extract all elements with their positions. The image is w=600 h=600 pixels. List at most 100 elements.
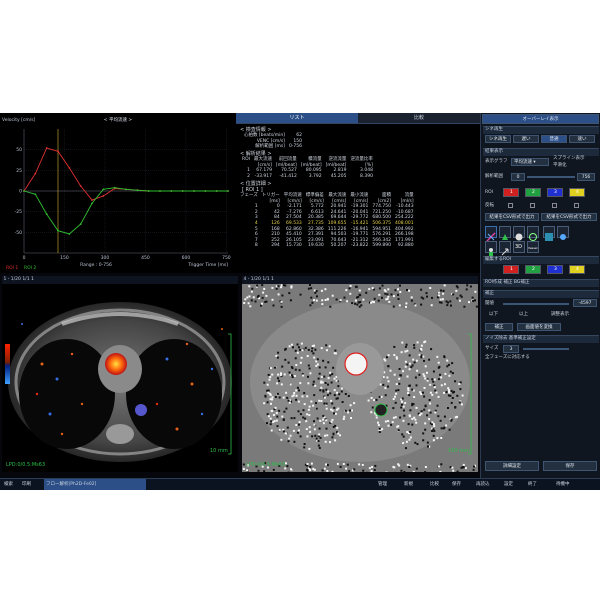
- table-cell: 408.001: [395, 220, 414, 226]
- roi-4-color-button[interactable]: 4: [569, 265, 585, 274]
- phase-noise-pixel: [428, 358, 431, 361]
- range-slider[interactable]: [527, 176, 575, 178]
- reverse-roi-1-checkbox[interactable]: [508, 203, 513, 208]
- threshold-field[interactable]: -4597: [573, 299, 597, 307]
- threshold-slider[interactable]: [503, 303, 569, 305]
- spline-option[interactable]: スプライン表示: [553, 156, 585, 162]
- phase-noise-pixel: [402, 370, 404, 373]
- phase-noise-pixel: [329, 392, 332, 395]
- size-label: サイズ: [485, 346, 499, 351]
- phase-noise-pixel: [285, 462, 287, 465]
- roi-4-color-button[interactable]: 4: [569, 188, 585, 197]
- data-point: [34, 193, 37, 196]
- export-list-button[interactable]: 結果をCSV形式で出力: [485, 213, 539, 221]
- roi-2-color-button[interactable]: 2: [525, 265, 541, 274]
- phase-noise-pixel: [454, 416, 457, 419]
- phase-noise-pixel: [402, 435, 405, 438]
- ratio-above-option[interactable]: 以上: [519, 312, 528, 318]
- adjust-display-option[interactable]: 調整表示: [551, 312, 569, 318]
- tab-overlay[interactable]: オーバーレイ表示: [482, 114, 599, 124]
- smoothing-option[interactable]: 平滑化: [553, 163, 567, 169]
- graph-type-select[interactable]: 平均流速 ▾: [511, 158, 549, 166]
- convert-values-button[interactable]: 画面値を変換: [517, 323, 561, 331]
- phase-noise-pixel: [398, 382, 401, 385]
- taskbar-search[interactable]: 検索: [4, 479, 13, 490]
- taskbar-flow-analysis[interactable]: フロー解析[Ph2D-Fe02]: [44, 479, 146, 490]
- phase-noise-pixel: [420, 410, 423, 413]
- export-csv-button[interactable]: 結果をCSV形式で出力: [541, 213, 597, 221]
- person-icon[interactable]: [485, 241, 497, 256]
- phase-noise-pixel: [437, 395, 440, 398]
- roi-1-color-button[interactable]: 1: [503, 188, 519, 197]
- roi-copy-icon[interactable]: [513, 226, 525, 241]
- phase-noise-pixel: [424, 404, 427, 407]
- range-from-field[interactable]: 0: [511, 173, 525, 181]
- speed-normal-button[interactable]: 普通: [541, 135, 567, 143]
- vessel-icon[interactable]: [543, 226, 555, 241]
- 3d-icon[interactable]: 3D: [513, 241, 525, 253]
- roi-2-color-button[interactable]: 2: [525, 188, 541, 197]
- size-slider[interactable]: [523, 348, 569, 350]
- speed-slow-button[interactable]: 遅い: [513, 135, 539, 143]
- speed-fast-button[interactable]: 速い: [569, 135, 595, 143]
- roi-3-color-button[interactable]: 3: [547, 188, 563, 197]
- roi-track-icon[interactable]: [527, 226, 539, 241]
- arrow-icon[interactable]: [499, 241, 511, 256]
- reverse-roi-3-checkbox[interactable]: [552, 203, 557, 208]
- phase-noise-pixel: [440, 289, 442, 292]
- phase-noise-pixel: [436, 355, 439, 358]
- x-tick-label: 300: [101, 255, 110, 261]
- size-field[interactable]: 3: [503, 345, 519, 353]
- tab-compare[interactable]: 比較: [358, 113, 480, 123]
- roi-move-icon[interactable]: [499, 226, 511, 240]
- roi-3-color-button[interactable]: 3: [547, 265, 563, 274]
- phase-image-panel[interactable]: 4 - 1/20 1/1 1 LPD:0/0.5:Ms63 100 mm: [242, 276, 478, 472]
- phase-noise-pixel: [445, 424, 448, 427]
- phase-noise-pixel: [270, 402, 272, 405]
- phase-noise-pixel: [423, 408, 426, 411]
- phase-noise-pixel: [401, 341, 404, 344]
- bottom-taskbar: 検索 印刷 フロー解析[Ph2D-Fe02] 管理 新規 比較 保存 再読込 設…: [0, 478, 600, 490]
- cine-play-button[interactable]: シネ再生: [485, 135, 511, 143]
- phase-noise-pixel: [394, 289, 397, 292]
- all-phase-checkbox[interactable]: 全フェーズに対応する: [485, 355, 530, 361]
- range-to-field[interactable]: 756: [577, 173, 595, 181]
- zoom-icon[interactable]: [557, 226, 569, 240]
- taskbar-compare[interactable]: 比較: [430, 479, 439, 490]
- phase-noise-pixel: [378, 395, 381, 398]
- taskbar-manage[interactable]: 管理: [378, 479, 387, 490]
- data-point: [68, 166, 71, 169]
- magnitude-image-panel[interactable]: 1 - 1/20 1/1 1 LPD:0/0.5:Ms63 10 mm: [2, 276, 238, 472]
- phase-noise-pixel: [327, 361, 330, 364]
- reverse-roi-4-checkbox[interactable]: [574, 203, 579, 208]
- reverse-roi-2-checkbox[interactable]: [530, 203, 535, 208]
- phase-noise-pixel: [380, 395, 383, 398]
- phase-noise-pixel: [283, 373, 286, 376]
- detail-settings-button[interactable]: 詳細設定: [485, 461, 539, 471]
- phase-noise-pixel: [394, 401, 397, 404]
- taskbar-print[interactable]: 印刷: [22, 479, 31, 490]
- taskbar-save[interactable]: 保存: [452, 479, 461, 490]
- save-button[interactable]: 保存: [543, 461, 597, 471]
- data-point: [68, 233, 71, 235]
- phase-noise-pixel: [316, 295, 318, 298]
- correct-button[interactable]: 補正: [485, 323, 513, 331]
- taskbar-exit[interactable]: 終了: [528, 479, 537, 490]
- tab-list[interactable]: リスト: [236, 113, 358, 123]
- taskbar-reload[interactable]: 再読込: [476, 479, 490, 490]
- roi-draw-icon[interactable]: [485, 226, 497, 242]
- phase-noise-pixel: [329, 441, 331, 444]
- ratio-below-option[interactable]: 以下: [489, 312, 498, 318]
- phase-noise-pixel: [371, 287, 374, 290]
- vessel-view-icon[interactable]: Vessel: [527, 241, 539, 253]
- phase-noise-pixel: [334, 412, 337, 415]
- table-cell: -19.301: [351, 204, 369, 210]
- phase-noise-pixel: [370, 470, 373, 472]
- taskbar-new[interactable]: 新規: [404, 479, 413, 490]
- phase-noise-pixel: [397, 288, 399, 291]
- taskbar-settings[interactable]: 設定: [504, 479, 513, 490]
- phase-noise-pixel: [407, 392, 409, 395]
- color-scale-bar: [5, 344, 10, 384]
- data-point: [193, 190, 195, 192]
- roi-1-color-button[interactable]: 1: [503, 265, 519, 274]
